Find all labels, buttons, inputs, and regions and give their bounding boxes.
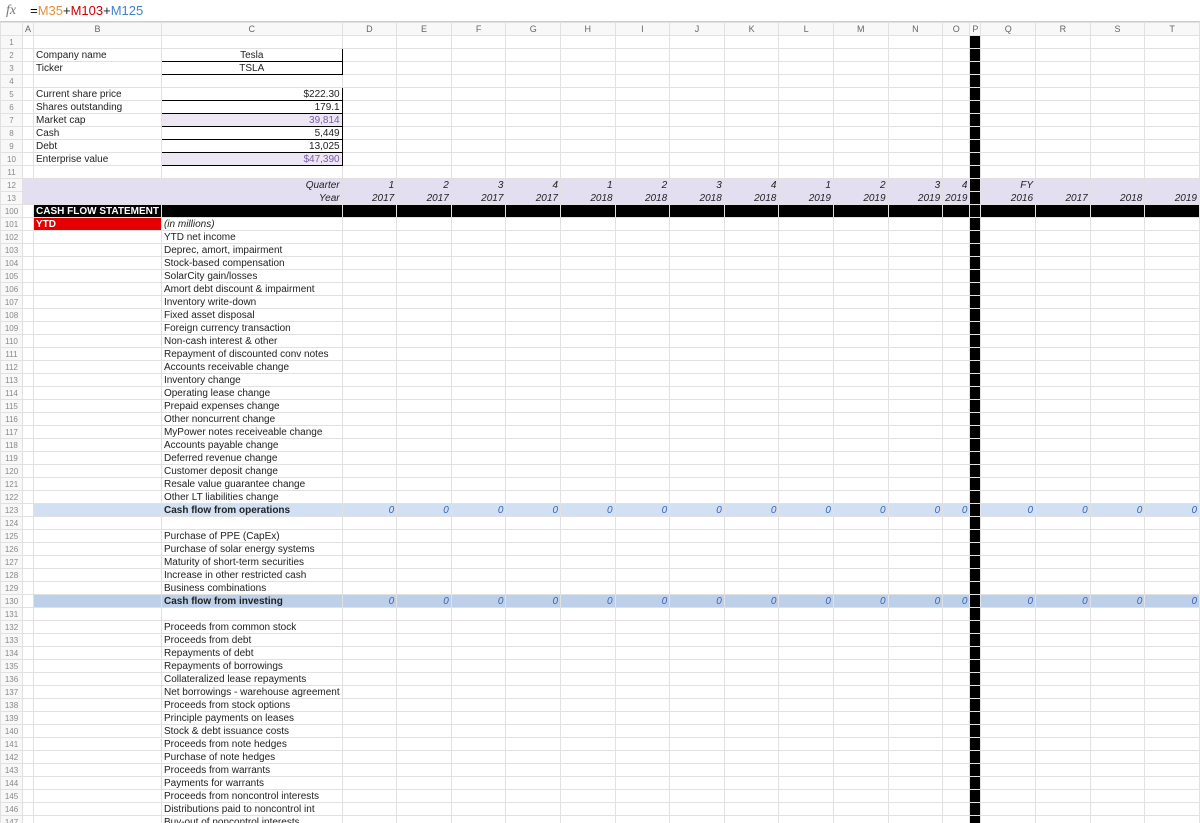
line-item: Collateralized lease repayments <box>161 673 342 686</box>
line-item: Increase in other restricted cash <box>161 569 342 582</box>
line-item: Stock & debt issuance costs <box>161 725 342 738</box>
line-item: Other LT liabilities change <box>161 491 342 504</box>
line-item: Inventory change <box>161 374 342 387</box>
line-item: Prepaid expenses change <box>161 400 342 413</box>
line-item: YTD net income <box>161 231 342 244</box>
formula-input[interactable]: =M35+M103+M125 <box>30 3 143 18</box>
line-item: Payments for warrants <box>161 777 342 790</box>
line-item: SolarCity gain/losses <box>161 270 342 283</box>
line-item: Purchase of PPE (CapEx) <box>161 530 342 543</box>
line-item: Proceeds from note hedges <box>161 738 342 751</box>
label-ticker: Ticker <box>34 62 162 75</box>
line-item: Purchase of solar energy systems <box>161 543 342 556</box>
label-company-name: Company name <box>34 49 162 62</box>
line-item: Accounts payable change <box>161 439 342 452</box>
line-item: Other noncurrent change <box>161 413 342 426</box>
line-item: Non-cash interest & other <box>161 335 342 348</box>
line-item: Deferred revenue change <box>161 452 342 465</box>
line-item: Principle payments on leases <box>161 712 342 725</box>
section-cashflow: CASH FLOW STATEMENT <box>34 205 162 218</box>
cf-investing: Cash flow from investing <box>161 595 342 608</box>
line-item: Repayment of discounted conv notes <box>161 348 342 361</box>
line-item: Repayments of borrowings <box>161 660 342 673</box>
line-item: Stock-based compensation <box>161 257 342 270</box>
sheet-grid[interactable]: ABC DEF GHI JKL MNO PQR ST 12Company nam… <box>0 22 1200 823</box>
line-item: Foreign currency transaction <box>161 322 342 335</box>
fx-icon: fx <box>6 3 16 19</box>
line-item: Business combinations <box>161 582 342 595</box>
line-item: Operating lease change <box>161 387 342 400</box>
line-item: Distributions paid to noncontrol int <box>161 803 342 816</box>
column-headers: ABC DEF GHI JKL MNO PQR ST <box>1 23 1200 36</box>
line-item: Repayments of debt <box>161 647 342 660</box>
line-item: Customer deposit change <box>161 465 342 478</box>
line-item: Accounts receivable change <box>161 361 342 374</box>
line-item: Proceeds from debt <box>161 634 342 647</box>
cf-operations: Cash flow from operations <box>161 504 342 517</box>
line-item: Proceeds from noncontrol interests <box>161 790 342 803</box>
ytd-label: YTD <box>34 218 162 231</box>
line-item: Amort debt discount & impairment <box>161 283 342 296</box>
line-item: Purchase of note hedges <box>161 751 342 764</box>
line-item: Proceeds from common stock <box>161 621 342 634</box>
line-item: Buy-out of noncontrol interests <box>161 816 342 823</box>
line-item: Net borrowings - warehouse agreement <box>161 686 342 699</box>
line-item: Deprec, amort, impairment <box>161 244 342 257</box>
line-item: Resale value guarantee change <box>161 478 342 491</box>
value-ticker[interactable]: TSLA <box>161 62 342 75</box>
line-item: Proceeds from warrants <box>161 764 342 777</box>
line-item: MyPower notes receiveable change <box>161 426 342 439</box>
line-item: Inventory write-down <box>161 296 342 309</box>
value-company-name[interactable]: Tesla <box>161 49 342 62</box>
line-item: Fixed asset disposal <box>161 309 342 322</box>
line-item: Maturity of short-term securities <box>161 556 342 569</box>
line-item: Proceeds from stock options <box>161 699 342 712</box>
formula-bar[interactable]: fx =M35+M103+M125 <box>0 0 1200 22</box>
